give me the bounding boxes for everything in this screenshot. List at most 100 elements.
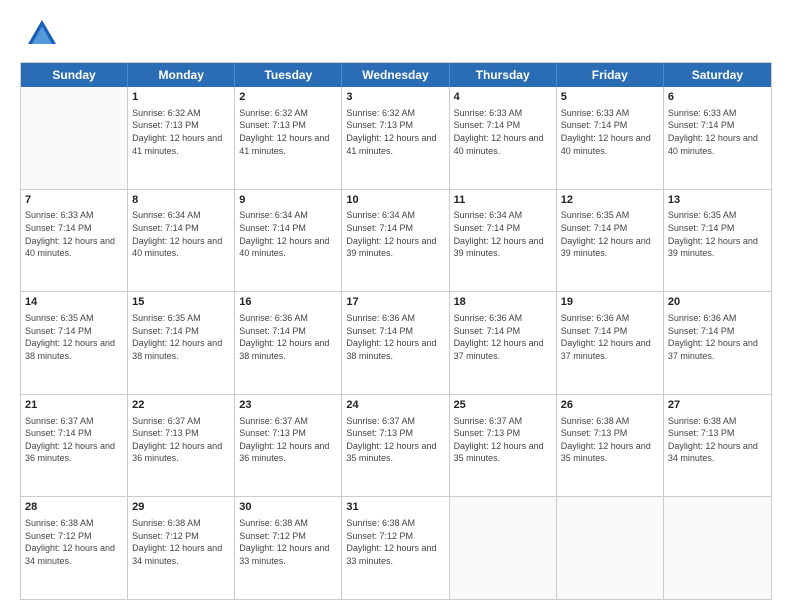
calendar-cell: 3 Sunrise: 6:32 AMSunset: 7:13 PMDaylight…	[342, 87, 449, 189]
calendar-cell: 8Sunrise: 6:34 AMSunset: 7:14 PMDaylight…	[128, 190, 235, 292]
cell-info: Sunrise: 6:37 AMSunset: 7:13 PMDaylight:…	[132, 415, 230, 465]
logo-icon	[24, 16, 60, 52]
day-number: 23	[239, 398, 337, 413]
cell-info: Sunrise: 6:37 AMSunset: 7:13 PMDaylight:…	[239, 415, 337, 465]
cell-info: Sunrise: 6:34 AMSunset: 7:14 PMDaylight:…	[239, 209, 337, 259]
day-number: 12	[561, 193, 659, 208]
day-number: 10	[346, 193, 444, 208]
cell-info: Sunrise: 6:35 AMSunset: 7:14 PMDaylight:…	[561, 209, 659, 259]
cell-info: Sunrise: 6:35 AMSunset: 7:14 PMDaylight:…	[25, 312, 123, 362]
day-number: 6	[668, 90, 767, 105]
day-number: 29	[132, 500, 230, 515]
calendar-week-4: 21 Sunrise: 6:37 AMSunset: 7:14 PMDayligh…	[21, 395, 771, 498]
cell-info: Sunrise: 6:36 AMSunset: 7:14 PMDaylight:…	[668, 312, 767, 362]
cell-info: Sunrise: 6:37 AMSunset: 7:14 PMDaylight:…	[25, 415, 123, 465]
cell-info: Sunrise: 6:32 AMSunset: 7:13 PMDaylight:…	[346, 107, 444, 157]
cell-info: Sunrise: 6:36 AMSunset: 7:14 PMDaylight:…	[561, 312, 659, 362]
calendar-cell: 28Sunrise: 6:38 AMSunset: 7:12 PMDayligh…	[21, 497, 128, 599]
day-header-sunday: Sunday	[21, 63, 128, 87]
day-number: 22	[132, 398, 230, 413]
calendar-cell: 10Sunrise: 6:34 AMSunset: 7:14 PMDayligh…	[342, 190, 449, 292]
day-number: 31	[346, 500, 444, 515]
day-number: 20	[668, 295, 767, 310]
day-number: 9	[239, 193, 337, 208]
logo	[20, 16, 60, 52]
calendar-cell: 21 Sunrise: 6:37 AMSunset: 7:14 PMDayligh…	[21, 395, 128, 497]
day-header-wednesday: Wednesday	[342, 63, 449, 87]
day-number: 8	[132, 193, 230, 208]
cell-info: Sunrise: 6:37 AMSunset: 7:13 PMDaylight:…	[346, 415, 444, 465]
calendar-cell: 23 Sunrise: 6:37 AMSunset: 7:13 PMDayligh…	[235, 395, 342, 497]
calendar-week-3: 14 Sunrise: 6:35 AMSunset: 7:14 PMDayligh…	[21, 292, 771, 395]
day-header-monday: Monday	[128, 63, 235, 87]
day-header-saturday: Saturday	[664, 63, 771, 87]
calendar-cell: 9Sunrise: 6:34 AMSunset: 7:14 PMDaylight…	[235, 190, 342, 292]
calendar-week-2: 7Sunrise: 6:33 AMSunset: 7:14 PMDaylight…	[21, 190, 771, 293]
cell-info: Sunrise: 6:38 AMSunset: 7:12 PMDaylight:…	[25, 517, 123, 567]
cell-info: Sunrise: 6:33 AMSunset: 7:14 PMDaylight:…	[454, 107, 552, 157]
cell-info: Sunrise: 6:36 AMSunset: 7:14 PMDaylight:…	[454, 312, 552, 362]
calendar-cell: 14 Sunrise: 6:35 AMSunset: 7:14 PMDayligh…	[21, 292, 128, 394]
calendar-cell: 12Sunrise: 6:35 AMSunset: 7:14 PMDayligh…	[557, 190, 664, 292]
calendar-cell: 30 Sunrise: 6:38 AMSunset: 7:12 PMDayligh…	[235, 497, 342, 599]
cell-info: Sunrise: 6:38 AMSunset: 7:13 PMDaylight:…	[561, 415, 659, 465]
calendar-cell: 20 Sunrise: 6:36 AMSunset: 7:14 PMDayligh…	[664, 292, 771, 394]
cell-info: Sunrise: 6:32 AMSunset: 7:13 PMDaylight:…	[132, 107, 230, 157]
calendar-header: SundayMondayTuesdayWednesdayThursdayFrid…	[21, 63, 771, 87]
cell-info: Sunrise: 6:33 AMSunset: 7:14 PMDaylight:…	[25, 209, 123, 259]
day-number: 21	[25, 398, 123, 413]
calendar-cell: 26 Sunrise: 6:38 AMSunset: 7:13 PMDayligh…	[557, 395, 664, 497]
day-header-thursday: Thursday	[450, 63, 557, 87]
calendar-cell: 4 Sunrise: 6:33 AMSunset: 7:14 PMDaylight…	[450, 87, 557, 189]
day-number: 1	[132, 90, 230, 105]
calendar-cell: 24Sunrise: 6:37 AMSunset: 7:13 PMDayligh…	[342, 395, 449, 497]
day-number: 16	[239, 295, 337, 310]
day-number: 5	[561, 90, 659, 105]
calendar-cell: 1 Sunrise: 6:32 AMSunset: 7:13 PMDaylight…	[128, 87, 235, 189]
cell-info: Sunrise: 6:35 AMSunset: 7:14 PMDaylight:…	[668, 209, 767, 259]
day-number: 3	[346, 90, 444, 105]
calendar-cell: 18Sunrise: 6:36 AMSunset: 7:14 PMDayligh…	[450, 292, 557, 394]
day-number: 17	[346, 295, 444, 310]
calendar-cell	[21, 87, 128, 189]
day-number: 26	[561, 398, 659, 413]
day-number: 27	[668, 398, 767, 413]
calendar-cell: 11Sunrise: 6:34 AMSunset: 7:14 PMDayligh…	[450, 190, 557, 292]
calendar-week-1: 1 Sunrise: 6:32 AMSunset: 7:13 PMDaylight…	[21, 87, 771, 190]
calendar-cell: 29 Sunrise: 6:38 AMSunset: 7:12 PMDayligh…	[128, 497, 235, 599]
cell-info: Sunrise: 6:33 AMSunset: 7:14 PMDaylight:…	[668, 107, 767, 157]
cell-info: Sunrise: 6:34 AMSunset: 7:14 PMDaylight:…	[132, 209, 230, 259]
page: SundayMondayTuesdayWednesdayThursdayFrid…	[0, 0, 792, 612]
cell-info: Sunrise: 6:33 AMSunset: 7:14 PMDaylight:…	[561, 107, 659, 157]
calendar-cell: 19Sunrise: 6:36 AMSunset: 7:14 PMDayligh…	[557, 292, 664, 394]
calendar-week-5: 28Sunrise: 6:38 AMSunset: 7:12 PMDayligh…	[21, 497, 771, 599]
day-number: 30	[239, 500, 337, 515]
day-number: 25	[454, 398, 552, 413]
header	[20, 16, 772, 52]
calendar-cell: 17 Sunrise: 6:36 AMSunset: 7:14 PMDayligh…	[342, 292, 449, 394]
cell-info: Sunrise: 6:34 AMSunset: 7:14 PMDaylight:…	[346, 209, 444, 259]
day-number: 14	[25, 295, 123, 310]
calendar-cell: 2Sunrise: 6:32 AMSunset: 7:13 PMDaylight…	[235, 87, 342, 189]
calendar-cell: 22 Sunrise: 6:37 AMSunset: 7:13 PMDayligh…	[128, 395, 235, 497]
calendar-body: 1 Sunrise: 6:32 AMSunset: 7:13 PMDaylight…	[21, 87, 771, 599]
day-number: 13	[668, 193, 767, 208]
cell-info: Sunrise: 6:36 AMSunset: 7:14 PMDaylight:…	[239, 312, 337, 362]
cell-info: Sunrise: 6:38 AMSunset: 7:13 PMDaylight:…	[668, 415, 767, 465]
calendar-cell: 31 Sunrise: 6:38 AMSunset: 7:12 PMDayligh…	[342, 497, 449, 599]
day-number: 4	[454, 90, 552, 105]
cell-info: Sunrise: 6:38 AMSunset: 7:12 PMDaylight:…	[346, 517, 444, 567]
day-header-friday: Friday	[557, 63, 664, 87]
day-number: 15	[132, 295, 230, 310]
calendar-cell: 16 Sunrise: 6:36 AMSunset: 7:14 PMDayligh…	[235, 292, 342, 394]
cell-info: Sunrise: 6:38 AMSunset: 7:12 PMDaylight:…	[239, 517, 337, 567]
cell-info: Sunrise: 6:38 AMSunset: 7:12 PMDaylight:…	[132, 517, 230, 567]
day-number: 2	[239, 90, 337, 105]
day-number: 11	[454, 193, 552, 208]
calendar-cell: 6 Sunrise: 6:33 AMSunset: 7:14 PMDaylight…	[664, 87, 771, 189]
calendar-cell	[450, 497, 557, 599]
calendar-cell: 7Sunrise: 6:33 AMSunset: 7:14 PMDaylight…	[21, 190, 128, 292]
cell-info: Sunrise: 6:36 AMSunset: 7:14 PMDaylight:…	[346, 312, 444, 362]
calendar-cell	[557, 497, 664, 599]
calendar-cell: 13Sunrise: 6:35 AMSunset: 7:14 PMDayligh…	[664, 190, 771, 292]
